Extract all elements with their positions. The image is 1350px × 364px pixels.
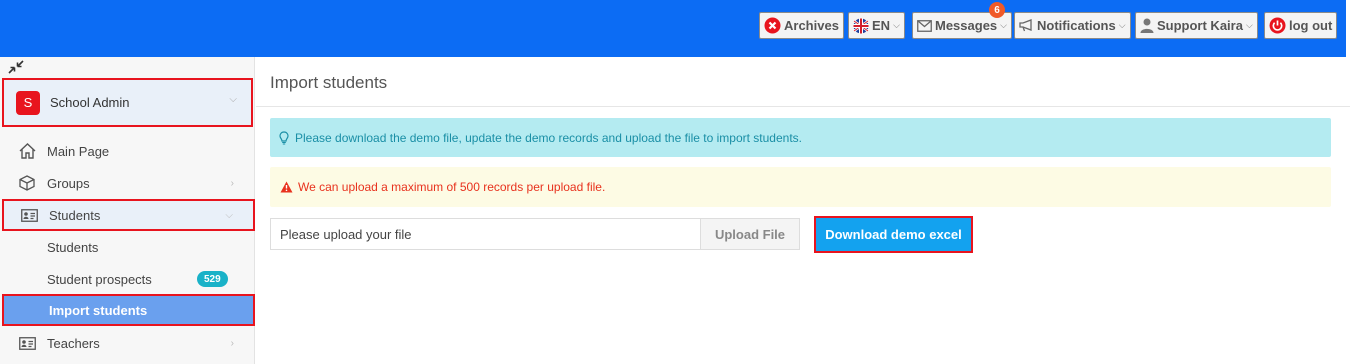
notifications-label: Notifications [1037,18,1116,33]
power-icon [1269,17,1286,34]
chevron-down-icon: ⌵ [229,94,237,105]
archives-button[interactable]: Archives [759,12,844,39]
upload-file-label: Upload File [714,226,786,242]
chevron-right-icon: › [230,337,234,349]
info-alert-text: Please download the demo file, update th… [295,130,802,145]
messages-dropdown[interactable]: Messages ⌵ 6 [912,2,1012,39]
notifications-dropdown[interactable]: Notifications ⌵ [1014,12,1131,39]
sidebar-item-label: Students [47,239,99,255]
user-icon [1140,18,1154,33]
close-circle-icon [764,17,781,34]
sidebar-item-students[interactable]: Students ⌵ [2,199,255,231]
logout-button[interactable]: log out [1264,12,1338,39]
archives-label: Archives [784,18,839,33]
school-selector[interactable]: S School Admin ⌵ [2,78,253,127]
upload-file-button[interactable]: Upload File [700,218,800,250]
collapse-sidebar-icon[interactable] [8,60,24,77]
sidebar: S School Admin ⌵ Main Page Groups › Stud… [0,57,255,364]
warning-icon [280,181,293,193]
messages-count-badge: 6 [988,2,1005,18]
sidebar-subitem-import-students[interactable]: Import students [2,294,255,326]
user-label: Support Kaira [1157,18,1243,33]
envelope-icon [917,19,932,32]
sidebar-item-label: Teachers [47,335,100,351]
topbar-edge [1346,0,1350,57]
file-upload-placeholder: Please upload your file [280,226,412,242]
cube-icon [18,175,36,191]
warning-alert-text: We can upload a maximum of 500 records p… [298,180,606,194]
user-dropdown[interactable]: Support Kaira ⌵ [1135,12,1258,39]
home-icon [18,143,36,159]
top-bar: Archives EN ⌵ Messages ⌵ 6 Notifications… [0,0,1350,57]
language-dropdown[interactable]: EN ⌵ [848,12,905,39]
chevron-down-icon: ⌵ [225,209,233,221]
download-demo-excel-button[interactable]: Download demo excel [814,216,973,253]
logout-label: log out [1289,18,1333,33]
page-title: Import students [270,73,388,92]
sidebar-item-label: Import students [49,302,148,318]
file-upload-input[interactable]: Please upload your file [270,218,701,250]
sidebar-item-groups[interactable]: Groups › [0,167,254,199]
lightbulb-icon [279,130,289,145]
language-label: EN [872,18,891,33]
id-card-icon [18,336,36,350]
megaphone-icon [1019,19,1034,32]
warning-alert: We can upload a maximum of 500 records p… [270,167,1331,207]
sidebar-item-label: Main Page [47,143,110,159]
chevron-down-icon: ⌵ [893,20,900,30]
page-header: Import students [256,57,1350,107]
messages-label: Messages [935,18,998,33]
sidebar-item-teachers[interactable]: Teachers › [0,327,254,359]
download-demo-label: Download demo excel [825,227,962,242]
chevron-right-icon: › [230,177,234,189]
chevron-down-icon: ⌵ [1118,20,1126,30]
school-label: School Admin [50,95,130,110]
sidebar-item-main-page[interactable]: Main Page [0,135,254,167]
info-alert: Please download the demo file, update th… [270,118,1331,157]
chevron-down-icon: ⌵ [1245,20,1253,30]
sidebar-item-label: Student prospects [47,271,152,287]
school-avatar: S [16,90,40,115]
uk-flag-icon [853,18,869,34]
sidebar-item-label: Students [49,207,101,223]
prospects-count-badge: 529 [197,271,228,287]
chevron-down-icon: ⌵ [1000,20,1007,30]
sidebar-item-label: Groups [47,175,90,191]
sidebar-subitem-students[interactable]: Students [0,231,254,263]
main-content: Import students Please download the demo… [256,57,1350,364]
sidebar-subitem-student-prospects[interactable]: Student prospects 529 [0,263,254,295]
id-card-icon [20,208,38,222]
